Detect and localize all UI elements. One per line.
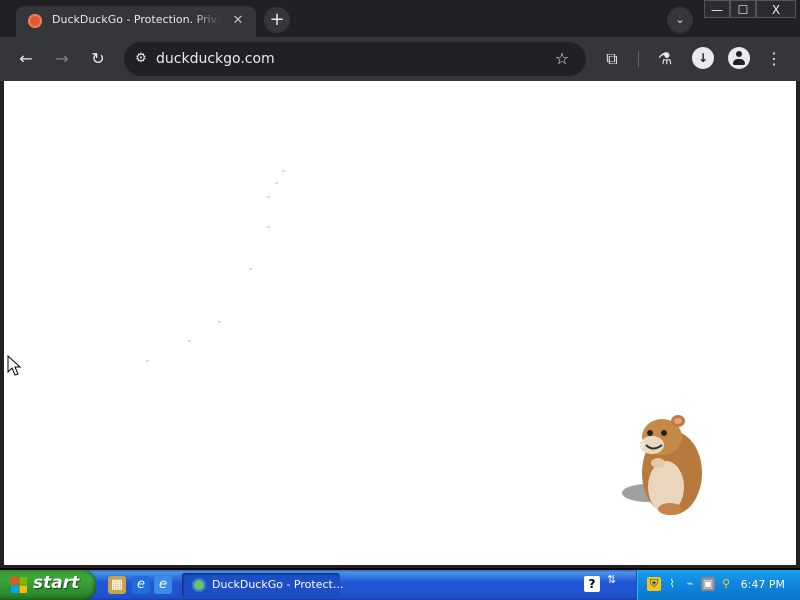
forward-button[interactable]: → bbox=[48, 45, 76, 73]
download-icon[interactable]: ↓ bbox=[692, 47, 714, 69]
browser-window: DuckDuckGo - Protection. Privacy. Peace … bbox=[0, 0, 800, 568]
system-tray: ⛨ ⌇ ⌁ ▣ ⚲ 6:47 PM bbox=[636, 570, 800, 600]
site-info-icon[interactable]: ⚙ bbox=[132, 50, 150, 68]
trail-dot bbox=[146, 360, 149, 362]
help-icon[interactable]: ? bbox=[584, 576, 600, 592]
profile-avatar[interactable] bbox=[728, 47, 750, 69]
address-bar[interactable]: ⚙ duckduckgo.com ☆ bbox=[124, 42, 586, 76]
windows-flag-icon bbox=[11, 577, 27, 593]
tray-app-icon[interactable]: ▣ bbox=[701, 577, 715, 591]
taskbar-task-duckduckgo[interactable]: DuckDuckGo - Protect... bbox=[182, 573, 344, 597]
trail-dot bbox=[249, 268, 252, 270]
url-text[interactable]: duckduckgo.com bbox=[156, 50, 275, 68]
reload-button[interactable]: ↻ bbox=[84, 45, 112, 73]
page-content bbox=[4, 81, 796, 565]
trail-dot bbox=[188, 340, 191, 342]
mouse-cursor-icon bbox=[7, 355, 21, 376]
menu-button[interactable]: ⋮ bbox=[760, 45, 788, 73]
tab-search-button[interactable]: ⌄ bbox=[667, 7, 693, 33]
taskbar: start ▦ e e DuckDuckGo - Protect... ? ⇅ … bbox=[0, 570, 800, 600]
wireless-icon[interactable]: ⌇ bbox=[665, 577, 679, 591]
tab-duckduckgo[interactable]: DuckDuckGo - Protection. Privacy. Peace … bbox=[16, 6, 256, 37]
trail-dot bbox=[267, 196, 270, 198]
show-desktop-icon[interactable]: ▦ bbox=[108, 576, 126, 594]
clock: 6:47 PM bbox=[740, 578, 785, 591]
task-label: DuckDuckGo - Protect... bbox=[212, 578, 344, 591]
internet-explorer-alt-icon[interactable]: e bbox=[154, 576, 172, 594]
browser-task-icon bbox=[192, 578, 206, 592]
close-window-button[interactable]: X bbox=[756, 0, 796, 18]
start-label: start bbox=[33, 573, 80, 593]
duckduckgo-favicon-icon bbox=[28, 14, 42, 28]
tab-strip: DuckDuckGo - Protection. Privacy. Peace … bbox=[0, 0, 800, 37]
new-tab-button[interactable]: + bbox=[264, 7, 290, 33]
extensions-button[interactable]: ⧉ bbox=[598, 45, 626, 73]
trail-dot bbox=[267, 226, 270, 228]
connection-icon[interactable]: ⌁ bbox=[683, 577, 697, 591]
network-icon[interactable]: ⇅ bbox=[607, 574, 621, 595]
labs-button[interactable]: ⚗ bbox=[651, 45, 679, 73]
start-button[interactable]: start bbox=[0, 570, 96, 600]
maximize-button[interactable]: ☐ bbox=[730, 0, 756, 18]
search-tray-icon[interactable]: ⚲ bbox=[719, 577, 733, 591]
browser-toolbar: ← → ↻ ⚙ duckduckgo.com ☆ ⧉ ⚗ ↓ ⋮ bbox=[0, 37, 800, 81]
minimize-button[interactable]: — bbox=[704, 0, 730, 18]
internet-explorer-icon[interactable]: e bbox=[132, 576, 150, 594]
trail-dot bbox=[218, 321, 221, 323]
back-button[interactable]: ← bbox=[12, 45, 40, 73]
tab-title: DuckDuckGo - Protection. Privacy. Peace … bbox=[52, 13, 222, 26]
trail-dot bbox=[282, 170, 285, 172]
toolbar-divider bbox=[638, 51, 639, 67]
trail-dot bbox=[275, 182, 278, 184]
tab-close-icon[interactable]: ✕ bbox=[230, 13, 246, 29]
bookmark-star-icon[interactable]: ☆ bbox=[552, 49, 572, 69]
hamster-mascot-icon bbox=[622, 415, 702, 515]
security-shield-icon[interactable]: ⛨ bbox=[647, 577, 661, 591]
